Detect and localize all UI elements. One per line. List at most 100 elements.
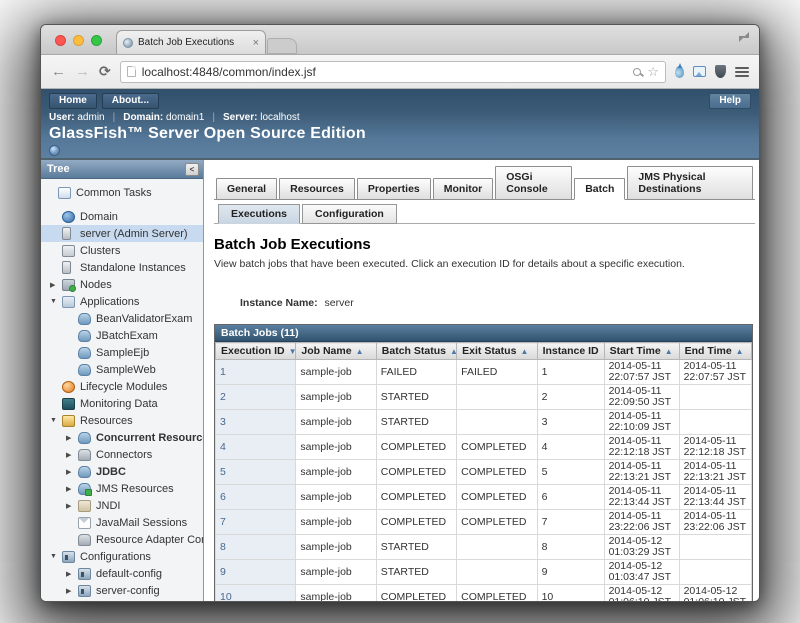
browser-menu-icon[interactable] (735, 67, 749, 77)
extension-drop-icon[interactable] (675, 66, 684, 78)
status-sphere-icon (49, 145, 60, 156)
exit-status-cell (457, 410, 537, 435)
app-icon (78, 313, 91, 325)
execution-id-link[interactable]: 2 (216, 385, 296, 410)
execution-id-link[interactable]: 6 (216, 485, 296, 510)
fullscreen-icon[interactable] (739, 32, 749, 42)
tab-osgi-console[interactable]: OSGi Console (495, 166, 572, 200)
expander-icon[interactable]: ▶ (66, 468, 78, 476)
tree-item-configurations[interactable]: ▼ Configurations (41, 548, 203, 565)
column-header[interactable]: Start Time▲ (604, 343, 679, 360)
tree-item-javamail-sessions[interactable]: JavaMail Sessions (41, 514, 203, 531)
address-bar[interactable]: localhost:4848/common/index.jsf ☆ (120, 61, 666, 83)
column-header[interactable]: Exit Status▲ (457, 343, 537, 360)
job-name-cell: sample-job (296, 485, 376, 510)
expander-icon[interactable]: ▶ (66, 570, 78, 578)
help-button[interactable]: Help (709, 93, 751, 109)
browser-tab[interactable]: Batch Job Executions × (116, 30, 266, 54)
zoom-window-button[interactable] (91, 35, 102, 46)
tree-item-lifecycle-modules[interactable]: Lifecycle Modules (41, 378, 203, 395)
execution-id-link[interactable]: 7 (216, 510, 296, 535)
home-button[interactable]: Home (49, 93, 97, 109)
tree-item-server-admin-server-[interactable]: server (Admin Server) (41, 225, 203, 242)
subtab-configuration[interactable]: Configuration (302, 204, 397, 224)
search-icon[interactable] (633, 68, 641, 76)
execution-id-link[interactable]: 4 (216, 435, 296, 460)
sort-icon[interactable]: ▲ (736, 347, 744, 356)
expander-icon[interactable]: ▶ (66, 587, 78, 595)
batch-status-cell: STARTED (376, 560, 456, 585)
expander-icon[interactable]: ▶ (66, 502, 78, 510)
execution-id-link[interactable]: 9 (216, 560, 296, 585)
tree-item-clusters[interactable]: Clusters (41, 242, 203, 259)
tree-item-nodes[interactable]: ▶ Nodes (41, 276, 203, 293)
sort-icon[interactable]: ▼1 (289, 347, 296, 356)
expander-icon[interactable]: ▼ (50, 298, 62, 305)
extension-shield-icon[interactable] (715, 65, 726, 78)
tab-close-icon[interactable]: × (253, 38, 259, 48)
tree-item-standalone-instances[interactable]: Standalone Instances (41, 259, 203, 276)
tree-item-sampleejb[interactable]: SampleEjb (41, 344, 203, 361)
tab-general[interactable]: General (216, 178, 277, 200)
tab-properties[interactable]: Properties (357, 178, 431, 200)
expander-icon[interactable]: ▶ (66, 434, 78, 442)
expander-icon[interactable]: ▶ (50, 281, 62, 289)
reload-icon[interactable]: ⟳ (99, 63, 111, 80)
about-button[interactable]: About... (102, 93, 159, 109)
new-tab-button[interactable] (267, 38, 297, 54)
tree-item-connectors[interactable]: ▶ Connectors (41, 446, 203, 463)
tree-item-beanvalidatorexam[interactable]: BeanValidatorExam (41, 310, 203, 327)
column-header[interactable]: Execution ID▼1 (216, 343, 296, 360)
bookmark-star-icon[interactable]: ☆ (647, 65, 659, 78)
column-header[interactable]: End Time▲ (679, 343, 751, 360)
tree-item-monitoring-data[interactable]: Monitoring Data (41, 395, 203, 412)
execution-id-link[interactable]: 8 (216, 535, 296, 560)
forward-icon[interactable]: → (75, 64, 90, 79)
tree-item-jndi[interactable]: ▶ JNDI (41, 497, 203, 514)
expander-icon[interactable]: ▼ (50, 417, 62, 424)
tree-item-jbatchexam[interactable]: JBatchExam (41, 327, 203, 344)
tree-item-concurrent-resources[interactable]: ▶ Concurrent Resources (41, 429, 203, 446)
instance-id-cell: 2 (537, 385, 604, 410)
subtab-executions[interactable]: Executions (218, 204, 300, 224)
column-header[interactable]: Job Name▲ (296, 343, 376, 360)
sort-icon[interactable]: ▲ (356, 347, 364, 356)
extension-photo-icon[interactable] (693, 66, 706, 77)
tree-item-default-config[interactable]: ▶ default-config (41, 565, 203, 582)
minimize-window-button[interactable] (73, 35, 84, 46)
tab-resources[interactable]: Resources (279, 178, 355, 200)
tree-item-jdbc[interactable]: ▶ JDBC (41, 463, 203, 480)
execution-id-link[interactable]: 1 (216, 360, 296, 385)
tree-item-resources[interactable]: ▼ Resources (41, 412, 203, 429)
execution-id-link[interactable]: 10 (216, 585, 296, 602)
tree-collapse-button[interactable]: < (185, 163, 199, 176)
tree-item-domain[interactable]: Domain (41, 208, 203, 225)
db-icon (78, 466, 91, 478)
execution-id-link[interactable]: 5 (216, 460, 296, 485)
sort-icon[interactable]: ▲ (665, 347, 673, 356)
expander-icon[interactable]: ▶ (66, 485, 78, 493)
sort-icon[interactable]: ▲ (450, 347, 457, 356)
tree-item-common-tasks[interactable]: Common Tasks (41, 184, 203, 201)
tab-batch[interactable]: Batch (574, 178, 625, 200)
column-header[interactable]: Instance ID▲ (537, 343, 604, 360)
tab-jms-physical-destinations[interactable]: JMS Physical Destinations (627, 166, 753, 200)
expander-icon[interactable]: ▶ (66, 451, 78, 459)
tree-item-applications[interactable]: ▼ Applications (41, 293, 203, 310)
tree-item-jms-resources[interactable]: ▶ JMS Resources (41, 480, 203, 497)
monitoring-icon (62, 398, 75, 410)
url-text[interactable]: localhost:4848/common/index.jsf (142, 65, 628, 79)
tree-item-update-tool[interactable]: Update Tool (41, 599, 203, 601)
execution-id-link[interactable]: 3 (216, 410, 296, 435)
close-window-button[interactable] (55, 35, 66, 46)
expander-icon[interactable]: ▼ (50, 553, 62, 560)
tree-item-sampleweb[interactable]: SampleWeb (41, 361, 203, 378)
sort-icon[interactable]: ▲ (520, 347, 528, 356)
table-row: 3 sample-job STARTED 3 2014-05-11 22:10:… (216, 410, 752, 435)
table-row: 8 sample-job STARTED 8 2014-05-12 01:03:… (216, 535, 752, 560)
back-icon[interactable]: ← (51, 64, 66, 79)
tab-monitor[interactable]: Monitor (433, 178, 494, 200)
tree-item-resource-adapter-configs[interactable]: Resource Adapter Configs (41, 531, 203, 548)
column-header[interactable]: Batch Status▲ (376, 343, 456, 360)
tree-item-server-config[interactable]: ▶ server-config (41, 582, 203, 599)
